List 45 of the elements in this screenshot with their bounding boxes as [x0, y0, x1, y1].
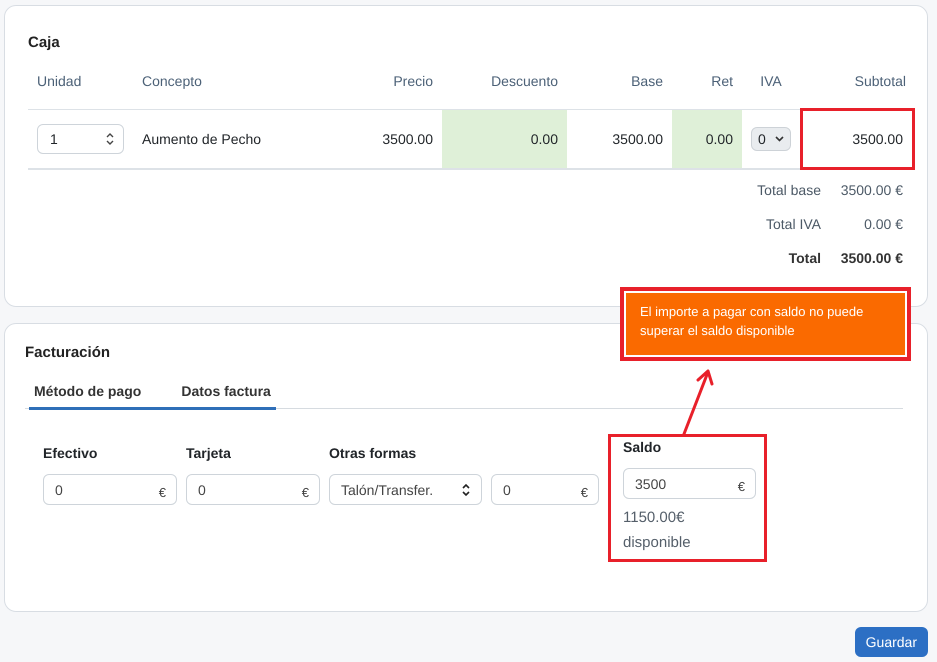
currency-unit: €	[158, 485, 166, 500]
table-cell: 0.00	[706, 131, 733, 147]
save-button[interactable]: Guardar	[854, 627, 928, 657]
error-message: El importe a pagar con saldo no puede superar el saldo disponible	[640, 304, 864, 338]
total-value: 3500.00 €	[840, 182, 903, 198]
input-field[interactable]: 0 €	[186, 474, 320, 505]
table-cell: Aumento de Pecho	[142, 131, 262, 147]
field-label: Tarjeta	[186, 445, 232, 463]
column-header: Subtotal	[854, 73, 906, 89]
table-cell: 3500.00	[852, 131, 903, 147]
tab[interactable]: Método de pago	[25, 383, 150, 408]
currency-unit: €	[738, 479, 745, 494]
column-header: Precio	[393, 73, 433, 89]
table-cell: 0.00	[530, 131, 558, 147]
input-field[interactable]: 0 €	[43, 474, 177, 505]
table-cell: 3500.00	[382, 131, 433, 147]
total-value: 3500.00 €	[840, 250, 903, 266]
total-label: Total IVA	[766, 216, 821, 232]
field-label: Saldo	[623, 439, 662, 457]
column-header: IVA	[760, 73, 782, 89]
currency-unit: €	[580, 485, 588, 500]
section-title: Facturación	[25, 344, 112, 361]
section-title: Caja	[28, 34, 61, 51]
payment-select[interactable]: Talón/Transfer.	[329, 474, 482, 505]
spinner-icon[interactable]	[105, 131, 115, 147]
input-field[interactable]: 0 €	[491, 474, 599, 505]
caret-icon	[775, 136, 784, 142]
quantity-stepper[interactable]: 1	[37, 124, 124, 154]
field-label: Otras formas	[329, 445, 418, 463]
available-balance: 1150.00€ disponible	[623, 508, 692, 553]
table-cell: 3500.00	[612, 131, 663, 147]
total-value: 0.00 €	[863, 216, 903, 232]
field-label: Efectivo	[43, 445, 98, 463]
total-label: Total	[788, 250, 821, 266]
column-header: Ret	[711, 73, 733, 89]
column-header: Unidad	[37, 73, 82, 89]
column-header: Descuento	[491, 73, 558, 89]
input-field[interactable]: 3500 €	[623, 468, 756, 499]
column-header: Base	[631, 73, 663, 89]
iva-select[interactable]: 0	[751, 127, 791, 151]
caret-icon	[461, 482, 471, 498]
currency-unit: €	[302, 485, 309, 500]
total-label: Total base	[757, 182, 821, 198]
tab[interactable]: Datos factura	[172, 383, 280, 408]
column-header: Concepto	[142, 73, 202, 89]
